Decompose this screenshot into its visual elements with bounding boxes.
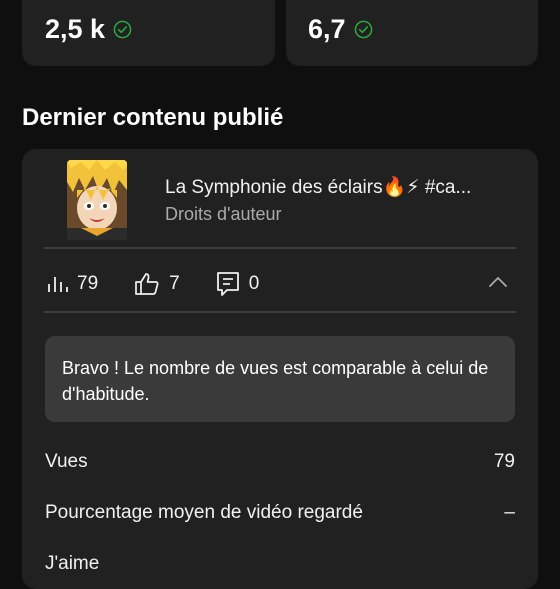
stat-card-views: 2,5 k [22,0,275,66]
row-label: Pourcentage moyen de vidéo regardé [45,502,363,523]
stat-card-average: 6,7 [286,0,538,66]
row-value: – [504,502,515,523]
stat-value-text: 6,7 [308,14,346,44]
video-copyright-label: Droits d'auteur [165,204,282,224]
anime-character-thumbnail [67,160,127,240]
row-value: 79 [493,451,515,472]
row-label: Vues [45,451,88,472]
comments-count: 0 [248,273,260,294]
latest-content-card: La Symphonie des éclairs🔥⚡ #ca... Droits… [22,149,538,589]
stat-value: 6,7 [308,14,373,45]
likes-metric: 7 [134,272,180,296]
check-circle-icon [354,20,372,39]
row-label: J'aime [45,553,100,574]
check-circle-icon [113,20,132,39]
stat-value: 2,5 k [45,14,132,45]
performance-notice: Bravo ! Le nombre de vues est comparable… [45,336,515,422]
notice-text: Bravo ! Le nombre de vues est comparable… [62,358,489,404]
divider [44,247,516,249]
divider [44,311,516,313]
chevron-up-icon[interactable] [488,275,508,289]
video-metrics: 79 7 0 [46,271,295,297]
views-metric: 79 [46,273,98,295]
video-thumbnail[interactable] [67,160,127,240]
comment-icon [216,272,239,296]
stat-value-text: 2,5 k [45,14,106,44]
views-count: 79 [77,273,99,294]
thumbs-up-icon [135,273,159,295]
video-title[interactable]: La Symphonie des éclairs🔥⚡ #ca... [165,175,471,199]
likes-count: 7 [169,273,180,294]
comments-metric: 0 [216,271,260,297]
bar-chart-icon [48,277,68,292]
section-title: Dernier contenu publié [22,104,284,131]
